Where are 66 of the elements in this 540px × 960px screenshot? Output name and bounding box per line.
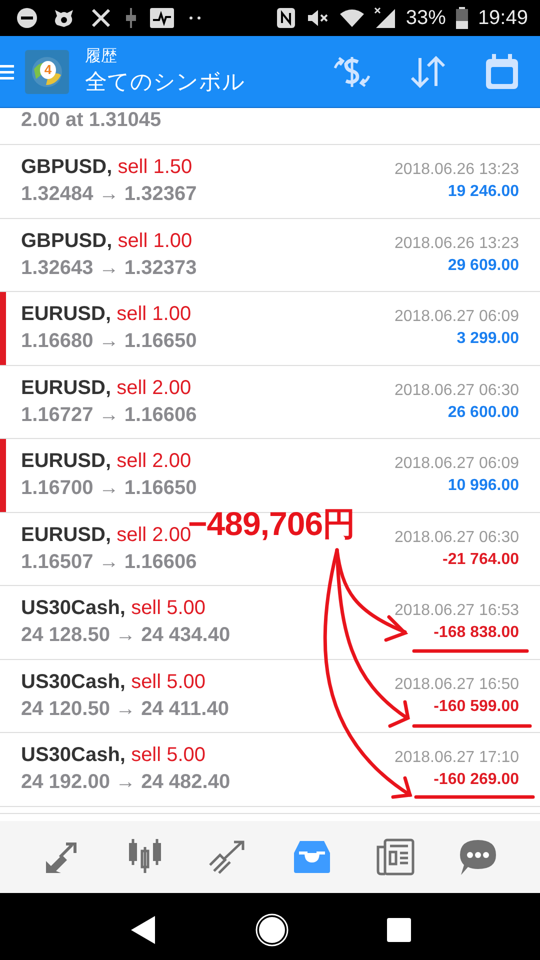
profit: 3 299.00 [456,330,519,348]
deal-type: sell 5.00 [131,670,206,693]
chat-tab[interactable] [458,838,498,876]
deal-time: 2018.06.26 13:23 [394,161,519,180]
screen-title: 履歴 [85,46,118,67]
profit: 10 996.00 [448,477,519,496]
clock: 19:49 [478,6,528,30]
deal-time: 2018.06.27 16:50 [394,676,519,694]
do-not-disturb-icon [16,7,38,29]
deal-time: 2018.06.27 06:09 [394,308,519,326]
profit: 29 609.00 [448,256,519,275]
deal-type: sell 1.00 [118,230,192,252]
recents-icon[interactable] [387,918,411,942]
price-range: 1.16727 → 1.16606 [21,404,197,427]
usb-icon [126,7,136,29]
nfc-icon [276,7,296,29]
price-range: 1.16700 → 1.16650 [21,477,197,500]
deal-type: sell 1.00 [116,303,192,326]
calendar-icon[interactable] [484,52,520,90]
symbol: EURUSD, [21,376,112,399]
deal-time: 2018.06.27 06:30 [394,382,519,400]
symbol: US30Cash, [21,670,126,693]
battery-percent: 33% [406,6,446,30]
profit: 19 246.00 [448,183,519,202]
signal-icon [374,7,396,29]
price-range: 1.16680 → 1.16650 [21,330,197,354]
price-range: 1.32484 → 1.32367 [21,183,197,206]
history-tab[interactable] [292,839,332,875]
price-range: 1.32643 → 1.32373 [21,256,197,280]
news-tab[interactable] [374,837,415,877]
price-range: 24 128.50 → 24 434.40 [21,624,230,648]
wifi-icon [340,8,364,28]
dots-icon [188,15,202,21]
price-range: 24 120.50 → 24 411.40 [21,698,229,721]
handwritten-total: −489,706円 [188,506,356,542]
battery-icon [456,7,468,29]
deal-summary: 2.00 at 1.31045 [21,109,162,132]
symbol: US30Cash, [21,597,126,620]
back-icon[interactable] [129,914,157,944]
symbol: GBPUSD, [21,156,112,178]
deal-time: 2018.06.26 13:23 [394,234,519,253]
profit: -160 269.00 [434,771,519,790]
deal-time: 2018.06.27 17:10 [394,749,519,768]
profit: -168 838.00 [434,624,519,642]
deal-type: sell 1.50 [118,156,192,178]
symbol: EURUSD, [21,524,112,546]
deal-time: 2018.06.27 06:30 [394,528,519,547]
symbol: GBPUSD, [21,230,112,252]
deal-type: sell 5.00 [131,744,206,766]
profit: -21 764.00 [442,550,519,569]
profit: -160 599.00 [434,698,519,716]
price-range: 24 192.00 → 24 482.40 [21,771,230,794]
pulse-icon [150,8,174,28]
symbol: EURUSD, [21,450,112,472]
profit: 26 600.00 [448,404,519,422]
deal-time: 2018.06.27 16:53 [394,602,519,620]
symbol-filter[interactable]: 全てのシンボル [85,67,245,97]
deal-time: 2018.06.27 06:09 [394,455,519,474]
deal-type: sell 5.00 [131,597,206,620]
home-icon[interactable] [255,912,289,946]
mute-icon [306,8,330,28]
symbol: EURUSD, [21,303,112,326]
deal-type: sell 2.00 [116,376,192,399]
symbol: US30Cash, [21,744,126,766]
deal-type: sell 2.00 [116,450,192,472]
price-range: 1.16507 → 1.16606 [21,550,197,574]
